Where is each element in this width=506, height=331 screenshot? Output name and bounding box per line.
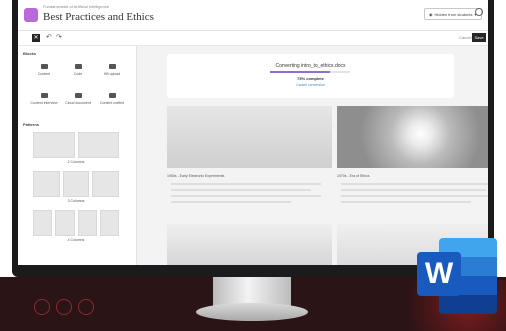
blocks-panel: Blocks Content Code HB upload Content in… [18, 46, 137, 265]
block-label: HB upload [103, 72, 121, 76]
blocks-heading: Blocks [23, 51, 37, 56]
block-content-interview[interactable]: Content interview [30, 93, 58, 105]
layout-2-columns[interactable] [33, 132, 119, 158]
layout-label: 4 Columns [67, 238, 85, 242]
block-label: Content interview [30, 101, 58, 105]
eye-icon: ◉ [429, 11, 433, 17]
decorative-circle-icon [34, 299, 50, 315]
monitor-stand-base [196, 303, 308, 321]
page-title: Best Practices and Ethics [43, 11, 154, 23]
conversion-progress-bar [270, 71, 350, 73]
layout-column [77, 132, 119, 158]
conversion-title: Converting intro_to_ethics.docx [275, 63, 346, 69]
patterns-heading: Patterns [23, 122, 40, 127]
content-image-person[interactable] [167, 224, 332, 265]
decorative-circle-icon [56, 299, 72, 315]
layout-column [33, 171, 60, 197]
app-header: Fundamentals of Artificial Intelligence … [18, 0, 488, 31]
layout-column [33, 210, 53, 236]
redo-icon[interactable]: ↷ [56, 33, 62, 43]
close-editor-button[interactable]: ✕ [32, 34, 40, 42]
text-line [341, 183, 488, 185]
content-interview-icon [40, 93, 48, 98]
layout-column [92, 171, 120, 197]
text-line [171, 183, 321, 185]
progress-fill [270, 71, 330, 73]
undo-icon[interactable]: ↶ [46, 33, 52, 43]
layout-column [77, 210, 97, 236]
content-crafted-icon [108, 93, 116, 98]
cloud-document-icon [74, 93, 82, 98]
course-breadcrumb[interactable]: Fundamentals of Artificial Intelligence [43, 4, 109, 9]
text-line [171, 195, 321, 197]
layout-column [62, 171, 90, 197]
conversion-percent: 75% complete [297, 76, 324, 81]
decorative-circle-icon [78, 299, 94, 315]
layout-column [99, 210, 119, 236]
save-button[interactable]: Save [472, 33, 486, 42]
layout-label: 3 Columns [67, 199, 85, 203]
content-image-lab[interactable] [167, 106, 332, 168]
block-content-crafted[interactable]: Content crafted [98, 93, 126, 105]
caption-right-title: 1970s - Era of Ethics [337, 174, 370, 178]
app-logo-icon [24, 8, 38, 22]
word-logo-letter: W [417, 252, 461, 296]
upload-icon [108, 64, 116, 69]
block-label: Code [73, 72, 83, 76]
cancel-conversion-link[interactable]: Cancel conversion [167, 83, 454, 87]
layout-3-columns[interactable] [33, 171, 120, 197]
conversion-card: Converting intro_to_ethics.docx 75% comp… [167, 54, 454, 98]
layout-column [55, 210, 75, 236]
text-line [341, 201, 471, 203]
block-hb-upload[interactable]: HB upload [98, 64, 126, 76]
block-content[interactable]: Content [30, 64, 58, 76]
layout-column [33, 132, 75, 158]
text-line [171, 201, 291, 203]
editor-toolbar: ✕ ↶ ↷ Cancel Save [18, 31, 488, 46]
text-line [341, 189, 486, 191]
block-label: Content [37, 72, 51, 76]
cancel-button[interactable]: Cancel [459, 35, 471, 40]
layout-4-columns[interactable] [33, 210, 119, 236]
layout-label: 2 Columns [67, 160, 85, 164]
settings-gear-icon[interactable] [475, 8, 483, 16]
content-icon [40, 64, 48, 69]
text-line [171, 189, 311, 191]
block-label: Cloud document [65, 101, 91, 105]
block-cloud-document[interactable]: Cloud document [64, 93, 92, 105]
word-logo-icon: W [417, 236, 497, 316]
block-code[interactable]: Code [64, 64, 92, 76]
editor-canvas[interactable]: Converting intro_to_ethics.docx 75% comp… [137, 46, 488, 265]
visibility-dropdown[interactable]: ◉ Hidden from students ▾ [424, 8, 482, 20]
app-screen: Fundamentals of Artificial Intelligence … [18, 0, 488, 265]
visibility-label: Hidden from students [434, 11, 473, 17]
content-image-sphere[interactable] [337, 106, 488, 168]
text-line [341, 195, 488, 197]
caption-left-title: 1950s - Early Electronic Experiments [167, 174, 225, 178]
block-label: Content crafted [100, 101, 124, 105]
code-icon [74, 64, 82, 69]
